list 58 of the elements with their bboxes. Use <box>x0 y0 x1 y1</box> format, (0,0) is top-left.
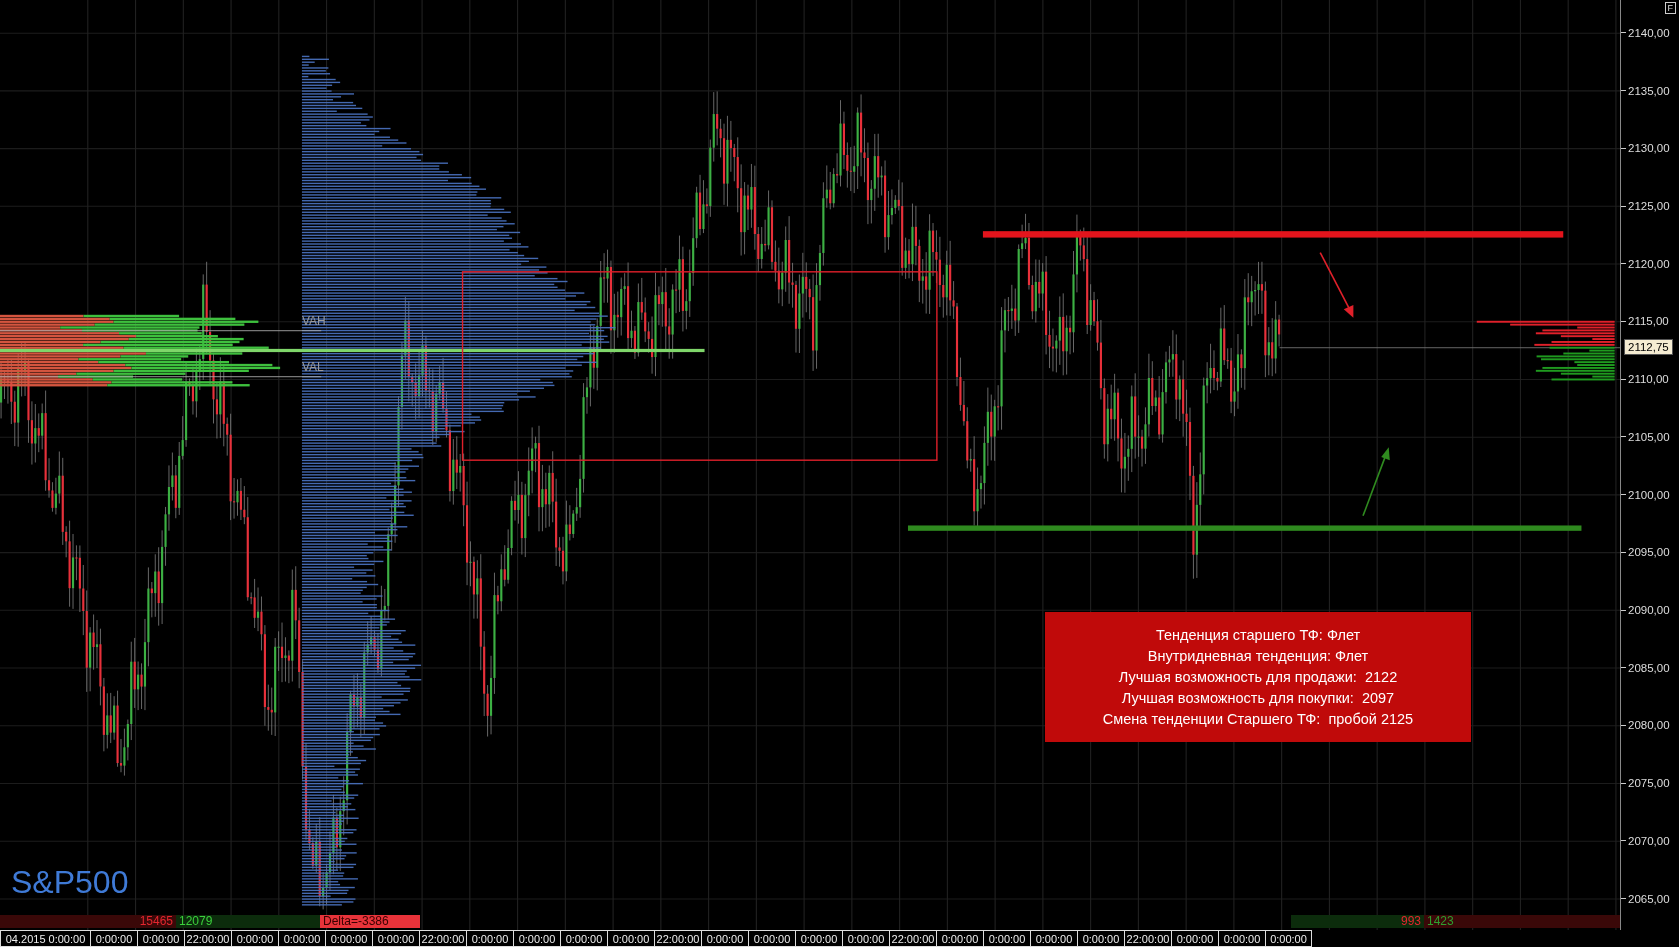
time-label: 0:00:00 <box>560 930 607 947</box>
price-label: 2140,00 <box>1628 26 1670 39</box>
time-label: 22:00:00 <box>419 930 466 947</box>
time-label: 0:00:00 <box>842 930 889 947</box>
time-label: 0:00:00 <box>513 930 560 947</box>
current-price-tag: 2112,75 <box>1624 339 1673 355</box>
time-label: 04.2015 0:00:00 <box>0 930 90 947</box>
time-label: 0:00:00 <box>90 930 137 947</box>
time-label: 22:00:00 <box>889 930 936 947</box>
delta-bar: Delta=-3386 <box>320 915 420 928</box>
time-label: 0:00:00 <box>607 930 654 947</box>
time-label: 0:00:00 <box>936 930 983 947</box>
price-label: 2080,00 <box>1628 719 1670 732</box>
time-label: 0:00:00 <box>372 930 419 947</box>
price-label: 2100,00 <box>1628 488 1670 501</box>
time-label: 0:00:00 <box>795 930 842 947</box>
buy-volume-bar: 12079 <box>176 915 320 928</box>
sell-volume-bar: 993 <box>1291 915 1424 928</box>
corner-button[interactable]: F <box>1664 2 1676 14</box>
price-label: 2065,00 <box>1628 892 1670 905</box>
price-label: 2120,00 <box>1628 257 1670 270</box>
time-label: 0:00:00 <box>983 930 1030 947</box>
price-label: 2095,00 <box>1628 546 1670 559</box>
time-label: 0:00:00 <box>137 930 184 947</box>
down-arrow <box>1319 251 1354 318</box>
instrument-label: S&P500 <box>11 864 129 901</box>
time-label: 0:00:00 <box>1265 930 1312 947</box>
sell-volume-bar: 15465 <box>0 915 176 928</box>
info-text: Тенденция старшего ТФ: Флет <box>1155 627 1361 643</box>
price-label: 2130,00 <box>1628 142 1670 155</box>
up-arrow <box>1362 447 1390 517</box>
price-label: 2085,00 <box>1628 661 1670 674</box>
price-label: 2125,00 <box>1628 200 1670 212</box>
price-label: 2135,00 <box>1628 84 1670 97</box>
time-label: 0:00:00 <box>701 930 748 947</box>
time-label: 22:00:00 <box>184 930 231 947</box>
info-text: Лучшая возможность для покупки: 2097 <box>1121 690 1395 706</box>
buy-volume-bar: 1423 <box>1424 915 1620 928</box>
time-label: 0:00:00 <box>325 930 372 947</box>
time-label: 0:00:00 <box>1077 930 1124 947</box>
info-text: Смена тенденции Старшего ТФ: пробой 2125 <box>1102 711 1414 727</box>
time-label: 0:00:00 <box>466 930 513 947</box>
price-label: 2070,00 <box>1628 834 1670 847</box>
time-label: 0:00:00 <box>231 930 278 947</box>
price-label: 2110,00 <box>1628 373 1669 386</box>
price-label: 2075,00 <box>1628 777 1670 790</box>
time-label: 0:00:00 <box>748 930 795 947</box>
info-text: Внутридневная тенденция: Флет <box>1147 648 1369 664</box>
time-label: 0:00:00 <box>1171 930 1218 947</box>
time-label: 22:00:00 <box>1124 930 1171 947</box>
price-label: 2105,00 <box>1628 430 1670 443</box>
price-label: 2090,00 <box>1628 604 1670 617</box>
time-label: 0:00:00 <box>1218 930 1265 947</box>
time-label: 0:00:00 <box>1030 930 1077 947</box>
price-label: 2115,00 <box>1628 315 1669 328</box>
time-label: 0:00:00 <box>278 930 325 947</box>
info-text: Лучшая возможность для продажи: 2122 <box>1118 669 1398 685</box>
time-label: 22:00:00 <box>654 930 701 947</box>
